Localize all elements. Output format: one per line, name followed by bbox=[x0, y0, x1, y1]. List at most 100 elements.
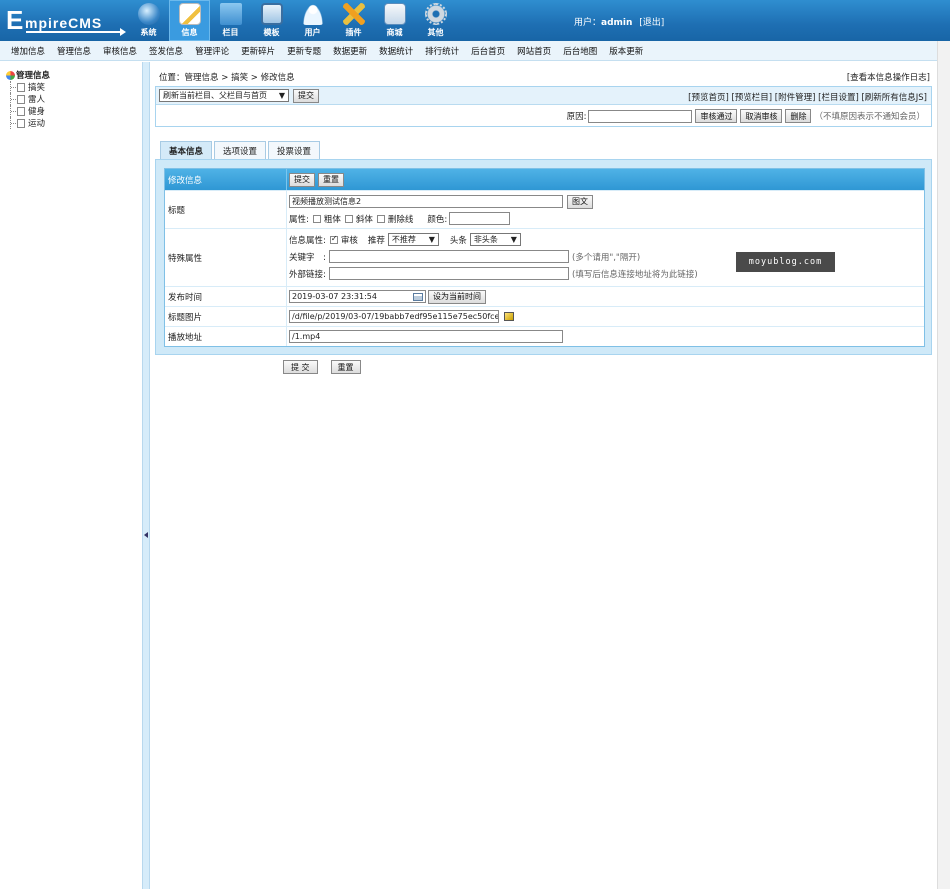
play-url-input[interactable]: /1.mp4 bbox=[289, 330, 563, 343]
menu-item-data-stats[interactable]: 数据统计 bbox=[379, 45, 413, 57]
menu-item-audit-info[interactable]: 审核信息 bbox=[103, 45, 137, 57]
topnav-user[interactable]: 用户 bbox=[292, 0, 333, 41]
title-image-button[interactable]: 图文 bbox=[567, 194, 593, 209]
date-input[interactable]: 2019-03-07 23:31:54 bbox=[289, 290, 426, 303]
menu-item-sign-info[interactable]: 签发信息 bbox=[149, 45, 183, 57]
image-select-icon[interactable] bbox=[504, 312, 514, 321]
tab-vote[interactable]: 投票设置 bbox=[268, 141, 321, 159]
breadcrumb-link-category[interactable]: 搞笑 bbox=[231, 73, 248, 83]
tree-item-sports[interactable]: 运动 bbox=[6, 117, 50, 129]
recommend-select[interactable]: 不推荐 ▼ bbox=[387, 233, 439, 246]
menu-item-fragments[interactable]: 更新碎片 bbox=[241, 45, 275, 57]
keyword-hint: (多个请用","隔开) bbox=[572, 252, 641, 263]
italic-checkbox[interactable] bbox=[344, 214, 353, 223]
date-label: 发布时间 bbox=[165, 287, 287, 306]
bold-checkbox[interactable] bbox=[312, 214, 321, 223]
topnav-column[interactable]: 栏目 bbox=[210, 0, 251, 41]
page-icon bbox=[17, 118, 25, 128]
breadcrumb-current: 修改信息 bbox=[260, 73, 295, 83]
dropdown-arrow-icon: ▼ bbox=[428, 235, 435, 244]
gear-icon bbox=[424, 3, 447, 25]
menu-item-sitemap[interactable]: 后台地图 bbox=[563, 45, 597, 57]
tab-options[interactable]: 选项设置 bbox=[214, 141, 267, 159]
headline-select[interactable]: 非头条 ▼ bbox=[469, 233, 521, 246]
bottom-reset-button[interactable]: 重置 bbox=[330, 360, 361, 374]
calendar-icon[interactable] bbox=[413, 292, 423, 301]
title-pic-input[interactable]: /d/file/p/2019/03-07/19babb7edf95e115e75… bbox=[289, 310, 499, 323]
page-icon bbox=[17, 106, 25, 116]
set-current-time-button[interactable]: 设为当前时间 bbox=[428, 289, 486, 304]
collapse-arrow-icon[interactable] bbox=[144, 532, 148, 538]
topnav-other[interactable]: 其他 bbox=[415, 0, 456, 41]
keyword-input[interactable] bbox=[329, 250, 569, 263]
topnav-shop[interactable]: 商城 bbox=[374, 0, 415, 41]
strike-checkbox[interactable] bbox=[376, 214, 385, 223]
title-pic-label: 标题图片 bbox=[165, 307, 287, 326]
topnav-label: 插件 bbox=[345, 28, 362, 37]
color-label: 颜色: bbox=[427, 214, 448, 225]
menu-item-add-info[interactable]: 增加信息 bbox=[11, 45, 45, 57]
refresh-submit-button[interactable]: 提交 bbox=[293, 88, 319, 103]
topnav-info[interactable]: 信息 bbox=[169, 0, 210, 41]
audit-checkbox[interactable] bbox=[329, 234, 338, 244]
title-input[interactable]: 视频播放测试信息2 bbox=[289, 195, 563, 208]
breadcrumb-sep: > bbox=[248, 73, 261, 83]
refresh-select[interactable]: 刷新当前栏目、父栏目与首页 ▼ bbox=[159, 89, 289, 102]
breadcrumb-sep: > bbox=[218, 73, 232, 83]
form-submit-button[interactable]: 提交 bbox=[289, 172, 315, 187]
delete-button[interactable]: 删除 bbox=[785, 109, 812, 123]
tree-item-shocking[interactable]: 雷人 bbox=[6, 93, 50, 105]
recommend-label: 推荐 bbox=[367, 235, 385, 246]
topnav-label: 用户 bbox=[304, 28, 321, 37]
quick-links[interactable]: [预览首页] [预览栏目] [附件管理] [栏目设置] [刷新所有信息JS] bbox=[688, 91, 927, 103]
user-prefix: 用户： bbox=[574, 18, 602, 28]
sidebar-splitter[interactable] bbox=[142, 62, 150, 889]
menu-item-manage-info[interactable]: 管理信息 bbox=[57, 45, 91, 57]
tree-item-fitness[interactable]: 健身 bbox=[6, 105, 50, 117]
title-row: 标题 视频播放测试信息2 图文 属性: 粗体 斜体 删除线 颜色: bbox=[165, 191, 924, 229]
topnav-label: 商城 bbox=[386, 28, 403, 37]
approve-button[interactable]: 审核通过 bbox=[695, 109, 738, 123]
audit-label: 审核 bbox=[340, 235, 358, 246]
date-row: 发布时间 2019-03-07 23:31:54 设为当前时间 bbox=[165, 287, 924, 307]
tree-item-label: 雷人 bbox=[28, 95, 46, 105]
menu-item-site-home[interactable]: 网站首页 bbox=[517, 45, 551, 57]
bottom-buttons: 提 交 重置 bbox=[283, 360, 361, 374]
reason-input[interactable] bbox=[588, 109, 693, 123]
play-url-label: 播放地址 bbox=[165, 327, 287, 346]
outlink-input[interactable] bbox=[329, 267, 569, 280]
menu-item-version-update[interactable]: 版本更新 bbox=[609, 45, 643, 57]
form-header-row: 修改信息 提交 重置 bbox=[165, 169, 924, 191]
topnav-plugin[interactable]: 插件 bbox=[333, 0, 374, 41]
headline-value: 非头条 bbox=[473, 235, 498, 244]
category-tree: 管理信息 搞笑 雷人 健身 运动 bbox=[6, 69, 50, 129]
right-scrollbar[interactable] bbox=[937, 41, 950, 889]
headline-label: 头条 bbox=[449, 235, 467, 246]
bottom-submit-button[interactable]: 提 交 bbox=[283, 360, 318, 374]
tree-root[interactable]: 管理信息 bbox=[6, 69, 50, 81]
logout-link[interactable]: [退出] bbox=[639, 18, 664, 28]
cancel-audit-button[interactable]: 取消审核 bbox=[740, 109, 783, 123]
form-reset-button[interactable]: 重置 bbox=[318, 172, 344, 187]
topnav-system[interactable]: 系统 bbox=[128, 0, 169, 41]
refresh-select-value: 刷新当前栏目、父栏目与首页 bbox=[163, 91, 267, 100]
title-label: 标题 bbox=[165, 191, 287, 228]
form-header-title: 修改信息 bbox=[165, 169, 287, 190]
tree-item-label: 搞笑 bbox=[28, 83, 46, 93]
menu-item-rank-stats[interactable]: 排行统计 bbox=[425, 45, 459, 57]
breadcrumb-link-manage[interactable]: 管理信息 bbox=[185, 73, 219, 83]
empirecms-logo[interactable]: E mpireCMS bbox=[6, 5, 126, 37]
topnav-template[interactable]: 模板 bbox=[251, 0, 292, 41]
menu-item-topics[interactable]: 更新专题 bbox=[287, 45, 321, 57]
view-log-link[interactable]: [查看本信息操作日志] bbox=[847, 71, 930, 83]
tab-basic-info[interactable]: 基本信息 bbox=[160, 141, 213, 160]
info-icon bbox=[178, 3, 201, 25]
color-input[interactable] bbox=[449, 212, 511, 225]
menu-item-data-update[interactable]: 数据更新 bbox=[333, 45, 367, 57]
shop-icon bbox=[383, 3, 406, 25]
menu-item-admin-home[interactable]: 后台首页 bbox=[471, 45, 505, 57]
watermark: moyublog.com bbox=[736, 252, 835, 272]
tree-item-funny[interactable]: 搞笑 bbox=[6, 81, 50, 93]
menu-item-comments[interactable]: 管理评论 bbox=[195, 45, 229, 57]
outlink-label: 外部链接: bbox=[289, 269, 326, 280]
